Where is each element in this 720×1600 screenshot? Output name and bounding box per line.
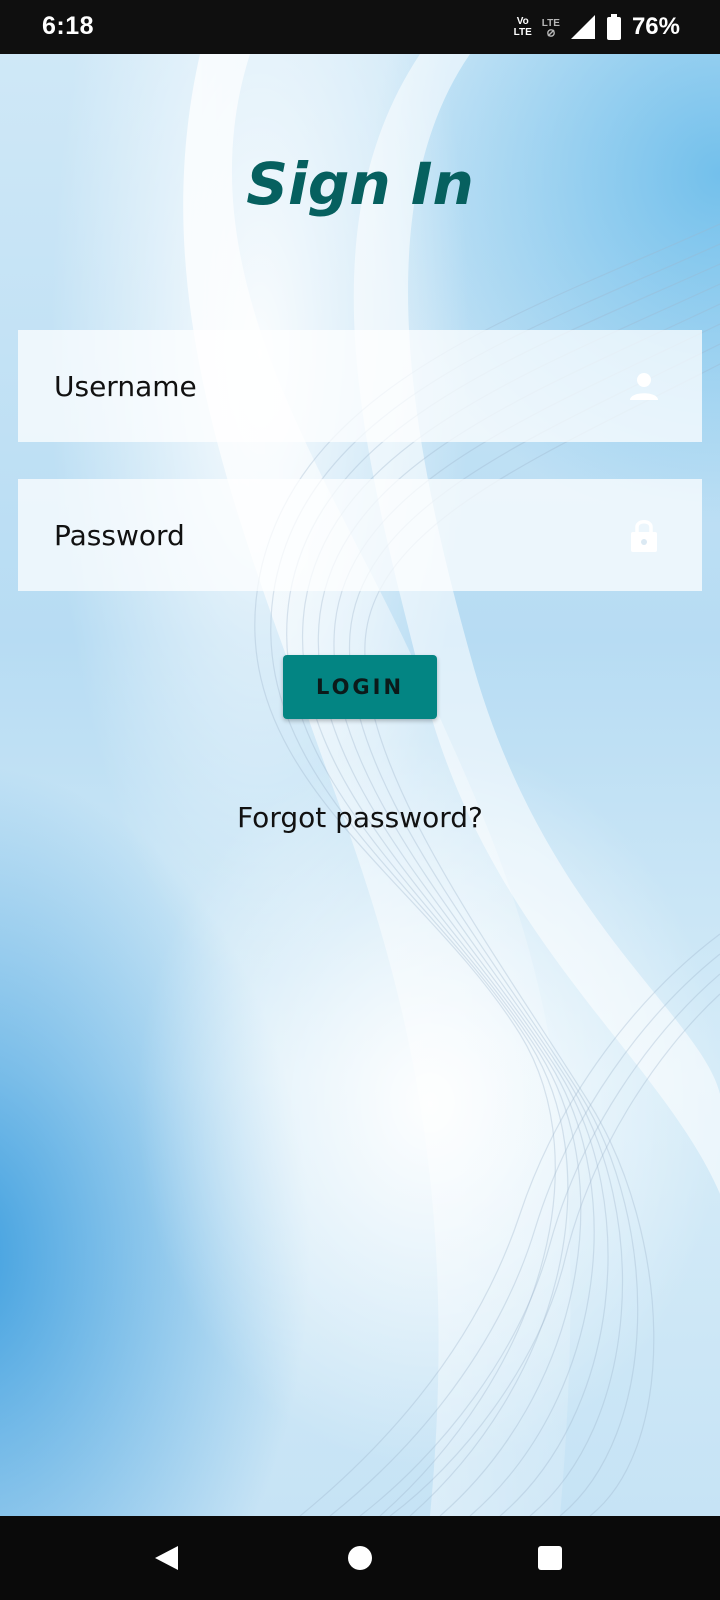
login-screen: 6:18 Vo LTE LTE 76% Sign In Username LOG… [0,0,720,1600]
login-button[interactable]: LOGIN [283,655,437,719]
battery-icon [606,14,621,40]
volte-bottom-label: LTE [513,27,532,38]
person-icon [626,368,662,404]
volte-indicator: Vo LTE [514,16,532,38]
signal-icon [570,15,595,39]
lte-label: LTE [541,17,560,29]
navigation-bar [0,1516,720,1600]
wave-background [0,54,720,1516]
username-field[interactable] [18,330,702,442]
status-time: 6:18 [42,12,95,40]
lte-indicator: LTE [542,18,560,37]
volte-top-label: Vo [516,16,529,27]
recents-square-icon [538,1546,562,1570]
username-input[interactable] [54,369,626,403]
home-circle-icon [348,1546,372,1570]
password-field[interactable] [18,479,702,591]
forgot-password-link[interactable]: Forgot password? [0,801,720,834]
battery-percent: 76% [631,13,680,40]
home-button[interactable] [300,1516,420,1600]
lock-icon [626,517,662,553]
wave-decoration [183,54,720,1516]
back-button[interactable] [106,1516,226,1600]
status-bar: 6:18 Vo LTE LTE 76% [0,0,720,54]
back-triangle-icon [155,1546,178,1570]
recents-button[interactable] [490,1516,610,1600]
page-title: Sign In [246,150,474,218]
status-icons: Vo LTE LTE 76% [514,10,680,44]
data-arrows-icon [546,28,555,37]
password-input[interactable] [54,518,626,552]
